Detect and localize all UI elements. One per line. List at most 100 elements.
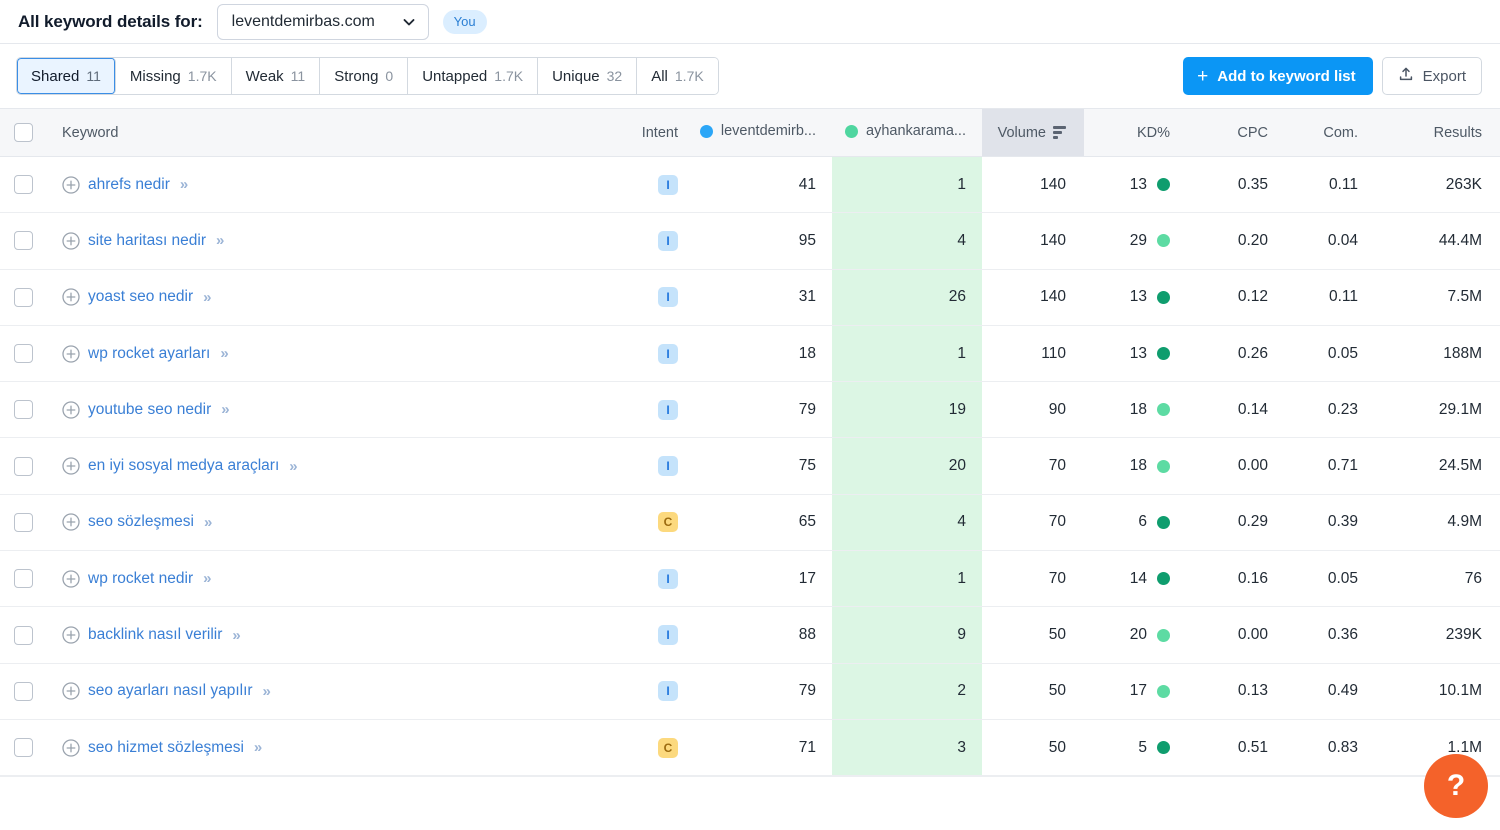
tab-unique[interactable]: Unique 32: [538, 58, 638, 94]
keyword-link[interactable]: youtube seo nedir: [88, 401, 211, 419]
intent-badge[interactable]: I: [658, 456, 678, 477]
table-row[interactable]: seo hizmet sözleşmesi» C 71 3 50 5 0.51 0.83 1.1…: [0, 719, 1500, 776]
row-checkbox[interactable]: [13, 681, 33, 701]
intent-badge[interactable]: I: [658, 230, 678, 251]
table-row[interactable]: wp rocket ayarları » I 18 1 110 13 0.26 0.05 188M: [0, 325, 1500, 382]
tab-weak[interactable]: Weak 11: [231, 58, 321, 94]
sort-descending-icon[interactable]: [1053, 126, 1066, 139]
plus-circle-icon[interactable]: [62, 232, 80, 250]
keyword-link[interactable]: site haritası nedir: [88, 232, 206, 250]
domain1-position-cell: 65: [798, 513, 816, 531]
intent-badge[interactable]: I: [658, 174, 678, 195]
double-chevron-right-icon[interactable]: »: [203, 289, 211, 306]
tab-untapped[interactable]: Untapped 1.7K: [408, 58, 539, 94]
column-header-kd[interactable]: KD%: [1084, 108, 1188, 157]
plus-circle-icon[interactable]: [62, 401, 80, 419]
keyword-cell: en iyi sosyal medya araçları »: [46, 438, 620, 494]
tab-shared[interactable]: Shared 11: [17, 58, 116, 94]
plus-circle-icon[interactable]: [62, 738, 80, 757]
row-checkbox[interactable]: [13, 344, 33, 364]
table-row[interactable]: wp rocket nedir » I 17 1 70 14 0.16 0.05 76: [0, 550, 1500, 607]
intent-badge[interactable]: I: [658, 399, 678, 420]
tab-all[interactable]: All 1.7K: [637, 58, 718, 94]
intent-badge[interactable]: I: [658, 568, 678, 589]
column-header-keyword[interactable]: Keyword: [46, 108, 620, 157]
column-header-com[interactable]: Com.: [1286, 108, 1376, 157]
plus-circle-icon[interactable]: [62, 175, 80, 194]
double-chevron-right-icon[interactable]: »: [232, 627, 240, 644]
keyword-link[interactable]: en iyi sosyal medya araçları: [88, 457, 279, 475]
tab-missing[interactable]: Missing 1.7K: [115, 58, 232, 94]
column-header-domain1[interactable]: leventdemirb...: [690, 108, 832, 157]
keyword-link[interactable]: yoast seo nedir: [88, 288, 193, 306]
intent-badge[interactable]: I: [658, 681, 678, 702]
intent-cell: I: [620, 269, 690, 325]
intent-badge[interactable]: I: [658, 625, 678, 646]
double-chevron-right-icon[interactable]: »: [263, 683, 271, 700]
intent-badge[interactable]: C: [658, 512, 678, 533]
row-checkbox[interactable]: [13, 231, 33, 251]
row-checkbox[interactable]: [13, 287, 33, 307]
row-checkbox[interactable]: [13, 738, 33, 758]
keyword-cell: seo ayarları nasıl yapılır »: [46, 663, 620, 719]
row-checkbox[interactable]: [13, 569, 33, 589]
keyword-cell: seo hizmet sözleşmesi »: [46, 719, 620, 775]
double-chevron-right-icon[interactable]: »: [221, 401, 229, 418]
column-header-cpc[interactable]: CPC: [1188, 108, 1286, 157]
table-row[interactable]: yoast seo nedir » I 31 26 140 13 0.12 0.11 7.5M: [0, 269, 1500, 326]
keyword-link[interactable]: ahrefs nedir: [88, 176, 170, 194]
kd-difficulty-dot-icon: [1157, 684, 1170, 698]
keyword-link[interactable]: seo sözleşmesi: [88, 513, 194, 531]
export-button[interactable]: Export: [1381, 57, 1482, 95]
plus-circle-icon[interactable]: [62, 457, 80, 475]
plus-circle-icon[interactable]: [62, 344, 80, 363]
toolbar-actions: + Add to keyword list Export: [1183, 57, 1482, 95]
column-header-results[interactable]: Results: [1376, 108, 1500, 157]
column-header-intent[interactable]: Intent: [620, 108, 690, 157]
double-chevron-right-icon[interactable]: »: [203, 570, 211, 587]
add-to-keyword-list-button[interactable]: + Add to keyword list: [1183, 57, 1373, 95]
plus-circle-icon[interactable]: [62, 513, 80, 532]
column-header-volume[interactable]: Volume: [982, 108, 1084, 157]
table-row[interactable]: en iyi sosyal medya araçları » I 75 20 70 18 0.…: [0, 437, 1500, 495]
plus-circle-icon[interactable]: [62, 570, 80, 588]
tab-strong[interactable]: Strong 0: [320, 58, 409, 94]
double-chevron-right-icon[interactable]: »: [204, 514, 212, 531]
row-checkbox[interactable]: [13, 625, 33, 645]
table-row[interactable]: ahrefs nedir » I 41 1 140 13 0.35 0.11 263K: [0, 156, 1500, 213]
intent-badge[interactable]: C: [658, 737, 678, 758]
intent-badge[interactable]: I: [658, 287, 678, 308]
select-all-checkbox[interactable]: [13, 123, 33, 142]
double-chevron-right-icon[interactable]: »: [220, 345, 228, 362]
row-checkbox[interactable]: [13, 400, 33, 420]
help-button[interactable]: ?: [1424, 754, 1488, 818]
keyword-link[interactable]: backlink nasıl verilir: [88, 626, 222, 644]
kd-cell: 18: [1084, 382, 1188, 438]
keyword-link[interactable]: wp rocket ayarları: [88, 345, 210, 363]
column-header-domain2[interactable]: ayhankarama...: [832, 108, 982, 157]
table-row[interactable]: seo sözleşmesi » C 65 4 70 6 0.29 0.39 4.9M: [0, 494, 1500, 551]
keyword-link[interactable]: seo hizmet sözleşmesi: [88, 739, 244, 757]
plus-circle-icon[interactable]: [62, 288, 80, 306]
intent-badge[interactable]: I: [658, 343, 678, 364]
plus-circle-icon[interactable]: [62, 626, 80, 644]
double-chevron-right-icon[interactable]: »: [216, 232, 224, 249]
row-checkbox[interactable]: [13, 456, 33, 476]
double-chevron-right-icon[interactable]: »: [254, 739, 262, 756]
tab-all-label: All: [651, 67, 668, 85]
double-chevron-right-icon[interactable]: »: [289, 458, 297, 475]
plus-circle-icon[interactable]: [62, 682, 80, 700]
row-checkbox[interactable]: [13, 175, 33, 195]
keyword-link[interactable]: wp rocket nedir: [88, 570, 193, 588]
double-chevron-right-icon[interactable]: »: [180, 176, 188, 193]
kd-difficulty-dot-icon: [1157, 515, 1170, 529]
tab-unique-label: Unique: [552, 67, 600, 85]
row-checkbox[interactable]: [13, 512, 33, 532]
table-row[interactable]: youtube seo nedir » I 79 19 90 18 0.14 0.23 29.1M: [0, 381, 1500, 438]
keyword-link[interactable]: seo ayarları nasıl yapılır: [88, 682, 253, 700]
domain-select[interactable]: leventdemirbas.com: [216, 3, 429, 40]
domain1-position-cell: 79: [798, 682, 816, 700]
table-row[interactable]: backlink nasıl verilir » I 88 9 50 20 0.00 0.36 2…: [0, 606, 1500, 664]
table-row[interactable]: seo ayarları nasıl yapılır » I 79 2 50 17 0.13 0…: [0, 663, 1500, 720]
table-row[interactable]: site haritası nedir » I 95 4 140 29 0.20 0.04 44.…: [0, 212, 1500, 270]
